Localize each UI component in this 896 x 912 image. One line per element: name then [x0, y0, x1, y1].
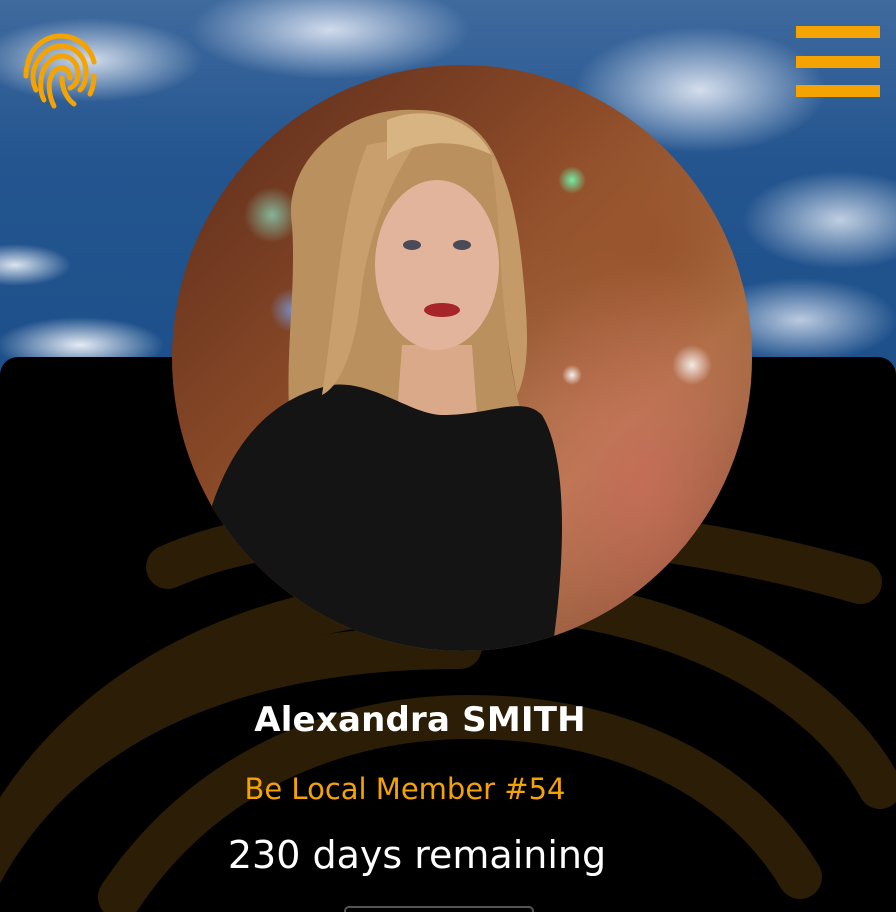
days-remaining-text: 230 days remaining [227, 833, 607, 877]
menu-bar-bottom [796, 85, 880, 97]
profile-photo [172, 65, 752, 651]
fingerprint-icon[interactable] [18, 28, 104, 114]
menu-bar-top [796, 26, 880, 38]
membership-label: Be Local Member #54 [244, 772, 566, 806]
menu-bar-middle [796, 56, 880, 68]
bottom-sheet-handle[interactable] [344, 906, 534, 912]
member-card-screen: Alexandra SMITH Be Local Member #54 230 … [0, 0, 896, 912]
member-name: Alexandra SMITH [254, 700, 586, 740]
hamburger-menu-icon[interactable] [794, 24, 882, 100]
